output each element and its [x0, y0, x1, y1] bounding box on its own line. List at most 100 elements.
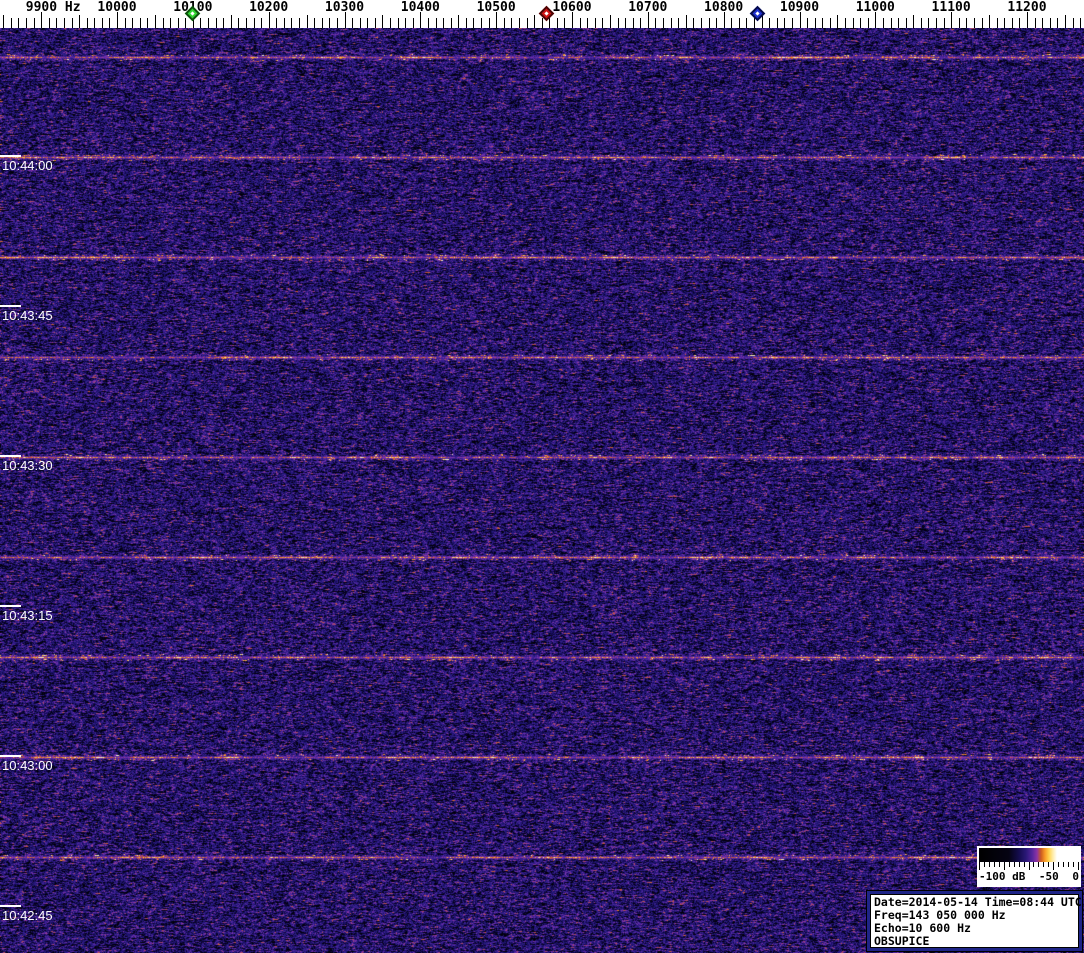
freq-tick — [587, 18, 589, 28]
db-tick — [1038, 862, 1040, 867]
freq-tick — [837, 15, 839, 28]
freq-label: 11200 — [1007, 0, 1047, 15]
db-tick — [1018, 862, 1020, 867]
db-tick — [979, 862, 980, 870]
freq-tick — [625, 18, 627, 28]
freq-tick — [154, 15, 156, 28]
freq-tick — [867, 18, 869, 28]
freq-tick — [139, 18, 141, 28]
freq-tick — [503, 18, 505, 28]
freq-tick — [852, 18, 854, 28]
db-tick — [998, 862, 1000, 867]
freq-tick — [200, 18, 202, 28]
freq-tick — [101, 18, 103, 28]
time-label: 10:43:30 — [2, 458, 53, 473]
freq-tick — [579, 18, 581, 28]
marker-green[interactable] — [185, 5, 201, 22]
freq-tick — [1072, 18, 1074, 28]
freq-tick — [966, 18, 968, 28]
freq-label: 11100 — [931, 0, 971, 15]
freq-tick — [791, 18, 793, 28]
marker-red[interactable] — [539, 5, 555, 22]
freq-tick — [890, 18, 892, 28]
spectrogram-waterfall — [0, 28, 1084, 953]
freq-tick — [928, 18, 930, 28]
freq-tick — [814, 18, 816, 28]
freq-tick — [617, 18, 619, 28]
freq-tick — [1057, 18, 1059, 28]
freq-label: 11000 — [855, 0, 895, 15]
freq-tick — [48, 18, 50, 28]
freq-tick — [1019, 18, 1021, 28]
db-scale-labels: -100 dB -50 0 — [977, 870, 1081, 883]
freq-tick — [314, 18, 316, 28]
freq-tick — [458, 15, 460, 28]
freq-tick — [33, 18, 35, 28]
freq-tick — [481, 18, 482, 28]
freq-tick — [594, 18, 596, 28]
freq-tick — [147, 18, 149, 28]
freq-tick — [518, 18, 520, 28]
time-label: 10:44:00 — [2, 158, 53, 173]
freq-label: 10700 — [628, 0, 668, 15]
marker-red-core — [544, 11, 550, 16]
freq-tick — [306, 15, 308, 28]
freq-tick — [632, 18, 634, 28]
db-tick — [1058, 862, 1060, 867]
freq-label: 10900 — [779, 0, 820, 15]
freq-tick — [693, 18, 695, 28]
db-tick — [1003, 862, 1005, 870]
freq-tick — [253, 18, 255, 28]
freq-tick — [700, 18, 702, 28]
freq-tick — [655, 18, 657, 28]
freq-tick — [845, 18, 846, 28]
freq-label: 10000 — [97, 0, 137, 15]
freq-tick — [541, 18, 543, 28]
freq-tick — [465, 18, 467, 28]
freq-tick — [367, 18, 369, 28]
freq-tick — [678, 18, 680, 28]
db-tick — [993, 862, 995, 867]
marker-blue[interactable] — [749, 5, 766, 22]
freq-tick — [397, 18, 399, 28]
freq-tick — [56, 18, 58, 28]
freq-tick — [352, 18, 354, 28]
db-tick — [1023, 862, 1025, 867]
freq-tick — [1011, 18, 1013, 28]
db-tick — [1078, 862, 1079, 870]
freq-tick — [1042, 18, 1044, 28]
frequency-ruler[interactable]: 9900 Hz100001010010200103001040010500106… — [0, 0, 1084, 28]
freq-tick — [245, 18, 247, 28]
freq-tick — [412, 18, 414, 28]
freq-tick — [716, 18, 718, 28]
freq-tick — [336, 18, 338, 28]
observation-info-box: Date=2014-05-14 Time=08:44 UTC Freq=143 … — [866, 890, 1083, 952]
db-color-scale: -100 dB -50 0 — [977, 846, 1081, 887]
freq-tick — [185, 18, 187, 28]
freq-tick — [996, 18, 998, 28]
freq-tick — [920, 18, 922, 28]
freq-tick — [989, 15, 990, 28]
freq-tick — [94, 18, 96, 28]
freq-label: 10300 — [324, 0, 365, 15]
freq-tick — [443, 18, 445, 28]
freq-label: 10200 — [249, 0, 289, 15]
freq-tick — [905, 18, 907, 28]
freq-tick — [526, 18, 528, 28]
freq-tick — [177, 18, 179, 28]
db-min-label: -100 dB — [979, 870, 1026, 883]
freq-tick — [359, 18, 361, 28]
freq-tick — [329, 18, 331, 28]
db-tick — [1008, 862, 1010, 867]
db-tick — [1043, 862, 1045, 867]
freq-tick — [405, 18, 407, 28]
freq-tick — [71, 18, 73, 28]
freq-tick — [283, 18, 285, 28]
freq-tick — [109, 18, 111, 28]
freq-tick — [829, 18, 831, 28]
marker-red-diamond-icon — [539, 5, 555, 22]
freq-tick — [162, 18, 164, 28]
freq-tick — [427, 18, 429, 28]
time-tick — [0, 155, 21, 157]
freq-tick — [860, 18, 862, 28]
